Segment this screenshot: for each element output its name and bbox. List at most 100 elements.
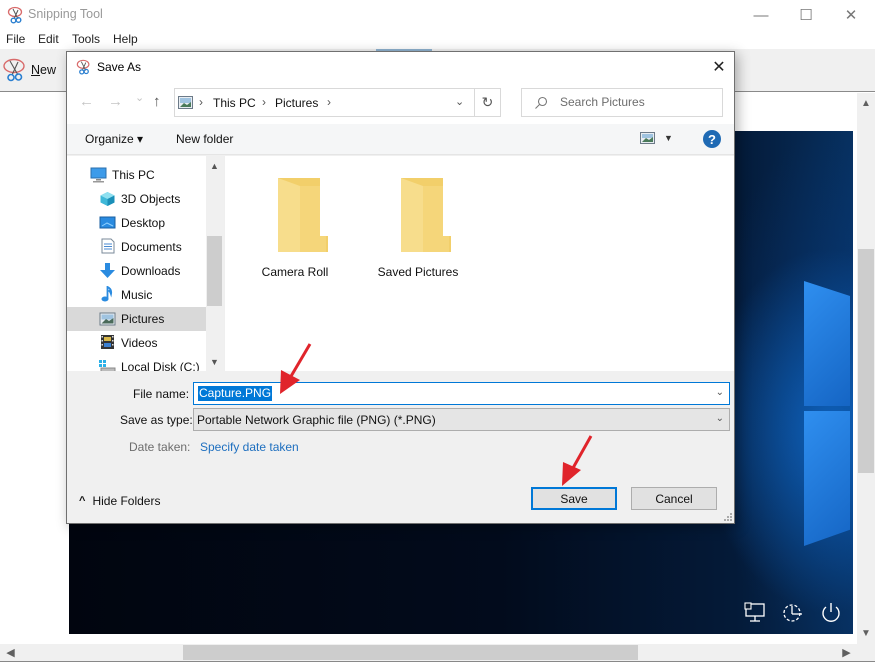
scroll-up-arrow-icon[interactable]: ▲ bbox=[857, 95, 875, 112]
maximize-button[interactable]: ☐ bbox=[783, 0, 829, 30]
documents-icon bbox=[101, 238, 115, 254]
command-bar: Organize ▾ New folder ▼ ? bbox=[67, 124, 734, 155]
canvas-vertical-scrollbar[interactable]: ▲ ▼ bbox=[857, 93, 875, 644]
organize-menu-button[interactable]: Organize ▾ bbox=[85, 132, 143, 146]
file-name-value: Capture.PNG bbox=[198, 386, 273, 401]
navigation-scroll-thumb[interactable] bbox=[207, 236, 222, 306]
breadcrumb-this-pc[interactable]: This PC bbox=[213, 96, 256, 110]
snipping-tool-scissors-icon bbox=[76, 59, 90, 75]
new-snip-label: New bbox=[31, 63, 57, 77]
tree-item-pictures[interactable]: Pictures bbox=[67, 307, 206, 331]
chevron-up-icon: ^ bbox=[79, 495, 86, 507]
menu-help[interactable]: Help bbox=[113, 32, 138, 46]
window-size-grip[interactable] bbox=[857, 644, 875, 661]
back-arrow-icon[interactable]: ← bbox=[79, 93, 94, 110]
file-name-dropdown-chevron-icon[interactable]: ⌄ bbox=[716, 387, 724, 398]
new-folder-button[interactable]: New folder bbox=[176, 132, 233, 146]
ease-of-access-icon bbox=[783, 604, 802, 622]
refresh-icon: ↻ bbox=[481, 94, 494, 110]
scroll-up-arrow-icon[interactable]: ▲ bbox=[206, 158, 223, 174]
recent-locations-chevron-icon[interactable]: ⌄ bbox=[135, 91, 144, 104]
pictures-folder-icon bbox=[178, 96, 193, 109]
new-snip-button[interactable]: New bbox=[2, 58, 56, 82]
app-title: Snipping Tool bbox=[28, 7, 103, 21]
specify-date-taken-link[interactable]: Specify date taken bbox=[200, 440, 299, 454]
3d-objects-icon bbox=[100, 192, 115, 206]
lockscreen-icons bbox=[743, 600, 843, 624]
tree-item-downloads[interactable]: Downloads bbox=[67, 259, 206, 283]
network-icon bbox=[744, 602, 765, 622]
tree-item-videos[interactable]: Videos bbox=[67, 331, 206, 355]
horizontal-scroll-thumb[interactable] bbox=[183, 645, 638, 660]
save-as-type-select[interactable]: Portable Network Graphic file (PNG) (*.P… bbox=[193, 408, 730, 431]
breadcrumb-pictures[interactable]: Pictures bbox=[275, 96, 318, 110]
dialog-resize-grip-icon[interactable] bbox=[724, 513, 732, 521]
folder-item-camera-roll[interactable]: Camera Roll bbox=[240, 166, 350, 279]
menu-edit[interactable]: Edit bbox=[38, 32, 59, 46]
address-bar[interactable]: › This PC › Pictures › ⌄ bbox=[174, 88, 475, 117]
folder-icon bbox=[401, 178, 451, 252]
close-icon: ✕ bbox=[712, 59, 726, 76]
change-view-button[interactable]: ▼ bbox=[640, 132, 673, 144]
windows-logo-light bbox=[804, 281, 850, 551]
menu-file[interactable]: File bbox=[6, 32, 25, 46]
navigation-bar: ← → ⌄ ↑ › This PC › Pictures › ⌄ ↻ bbox=[67, 82, 734, 124]
file-list: Camera Roll Saved Pictures bbox=[224, 156, 734, 371]
file-name-input[interactable]: Capture.PNG ⌄ bbox=[193, 382, 730, 405]
tree-item-music[interactable]: Music bbox=[67, 283, 206, 307]
hide-folders-label: Hide Folders bbox=[92, 494, 161, 508]
minimize-button[interactable]: — bbox=[738, 0, 784, 30]
tree-item-this-pc[interactable]: This PC bbox=[67, 163, 206, 187]
new-snip-icon bbox=[3, 58, 25, 82]
scroll-down-arrow-icon[interactable]: ▼ bbox=[206, 354, 223, 370]
power-icon bbox=[822, 603, 840, 622]
save-as-dialog: Save As ✕ ← → ⌄ ↑ › This PC › Pictures ›… bbox=[66, 51, 735, 524]
date-taken-label: Date taken: bbox=[129, 440, 191, 454]
dialog-close-button[interactable]: ✕ bbox=[707, 57, 731, 77]
up-arrow-icon[interactable]: ↑ bbox=[153, 93, 161, 110]
maximize-icon: ☐ bbox=[799, 7, 813, 24]
canvas-horizontal-scrollbar[interactable]: ◀ ▶ bbox=[0, 644, 857, 661]
save-as-type-value: Portable Network Graphic file (PNG) (*.P… bbox=[197, 412, 436, 427]
cancel-button[interactable]: Cancel bbox=[631, 487, 717, 510]
music-icon bbox=[101, 286, 113, 302]
scroll-down-arrow-icon[interactable]: ▼ bbox=[857, 625, 875, 642]
hide-folders-button[interactable]: ^ Hide Folders bbox=[79, 494, 160, 508]
folder-icon bbox=[278, 178, 328, 252]
scroll-left-arrow-icon[interactable]: ◀ bbox=[2, 644, 19, 661]
file-name-label: File name: bbox=[133, 387, 190, 401]
dialog-title: Save As bbox=[97, 60, 142, 74]
refresh-button[interactable]: ↻ bbox=[475, 88, 501, 117]
snipping-tool-scissors-icon bbox=[7, 6, 23, 24]
tree-item-desktop[interactable]: Desktop bbox=[67, 211, 206, 235]
search-box[interactable] bbox=[521, 88, 723, 117]
scroll-right-arrow-icon[interactable]: ▶ bbox=[838, 644, 855, 661]
menu-tools[interactable]: Tools bbox=[72, 32, 100, 46]
vertical-scroll-thumb[interactable] bbox=[858, 249, 874, 473]
dialog-titlebar: Save As ✕ bbox=[67, 52, 734, 82]
downloads-icon bbox=[100, 263, 115, 278]
folder-label: Camera Roll bbox=[261, 265, 329, 279]
breadcrumb-separator: › bbox=[262, 95, 266, 109]
save-as-type-chevron-icon: ⌄ bbox=[715, 413, 724, 424]
navigation-pane-scrollbar[interactable]: ▲ ▼ bbox=[206, 156, 223, 371]
tree-item-documents[interactable]: Documents bbox=[67, 235, 206, 259]
folder-item-saved-pictures[interactable]: Saved Pictures bbox=[363, 166, 473, 279]
tree-item-local-disk[interactable]: Local Disk (C:) bbox=[67, 355, 206, 371]
view-dropdown-icon: ▼ bbox=[664, 133, 673, 143]
computer-icon bbox=[90, 167, 107, 183]
address-dropdown-chevron-icon[interactable]: ⌄ bbox=[455, 95, 464, 108]
save-button[interactable]: Save bbox=[531, 487, 617, 510]
forward-arrow-icon[interactable]: → bbox=[108, 93, 123, 110]
desktop-icon bbox=[99, 216, 116, 229]
folder-label: Saved Pictures bbox=[377, 265, 459, 279]
help-icon: ? bbox=[708, 131, 716, 147]
help-button[interactable]: ? bbox=[703, 130, 721, 148]
save-as-type-label: Save as type: bbox=[120, 413, 193, 427]
search-input[interactable] bbox=[560, 95, 720, 109]
view-icon bbox=[640, 132, 655, 144]
breadcrumb-separator: › bbox=[327, 95, 331, 109]
pictures-icon bbox=[99, 312, 116, 326]
close-button[interactable]: ✕ bbox=[828, 0, 874, 30]
tree-item-3d-objects[interactable]: 3D Objects bbox=[67, 187, 206, 211]
